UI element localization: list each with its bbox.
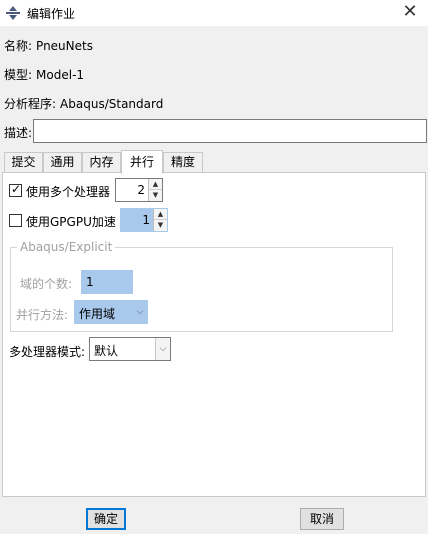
tab-precision[interactable]: 精度 xyxy=(163,152,203,173)
spinner-buttons: ▲ ▼ xyxy=(148,179,162,201)
gpgpu-label: 使用GPGPU加速 xyxy=(26,215,116,229)
spinner-buttons: ▲ ▼ xyxy=(153,209,167,231)
parallel-panel: ✓ 使用多个处理器 2 ▲ ▼ 使用GPGPU加速 1 ▲ ▼ Abaqus/E… xyxy=(2,172,426,497)
mode-label: 多处理器模式: xyxy=(9,345,86,359)
name-label: 名称: xyxy=(4,39,33,53)
mode-value: 默认 xyxy=(94,344,119,358)
chevron-down-icon: ⌵ xyxy=(155,338,170,360)
method-select[interactable]: 作用域 ⌵ xyxy=(74,300,148,324)
program-label: 分析程序: xyxy=(4,97,57,111)
check-icon: ✓ xyxy=(11,182,22,196)
window-title: 编辑作业 xyxy=(27,7,76,21)
tab-memory[interactable]: 内存 xyxy=(82,152,121,173)
explicit-group: Abaqus/Explicit 域的个数: 1 并行方法: 作用域 ⌵ xyxy=(10,240,393,332)
gpu-count-value: 1 xyxy=(142,213,150,227)
mode-select[interactable]: 默认 ⌵ xyxy=(89,337,171,361)
cpu-count-spinner[interactable]: 2 ▲ ▼ xyxy=(115,178,163,202)
model-label: 模型: xyxy=(4,68,33,82)
gpu-count-spinner[interactable]: 1 ▲ ▼ xyxy=(120,208,168,232)
chevron-down-icon: ⌵ xyxy=(132,301,147,323)
domains-label: 域的个数: xyxy=(20,277,73,291)
tab-general[interactable]: 通用 xyxy=(43,152,82,173)
cancel-button[interactable]: 取消 xyxy=(300,508,344,530)
method-label: 并行方法: xyxy=(16,308,69,322)
ok-button[interactable]: 确定 xyxy=(86,508,126,530)
spin-up-icon[interactable]: ▲ xyxy=(149,179,162,190)
close-icon[interactable]: ✕ xyxy=(402,2,418,22)
name-value: PneuNets xyxy=(36,39,93,53)
title-bar: 编辑作业 ✕ xyxy=(0,0,428,26)
spin-down-icon[interactable]: ▼ xyxy=(154,220,167,231)
program-row: 分析程序: Abaqus/Standard xyxy=(4,95,163,112)
gpgpu-checkbox[interactable] xyxy=(9,214,22,227)
description-label: 描述: xyxy=(4,126,33,140)
program-value: Abaqus/Standard xyxy=(60,97,164,111)
explicit-group-title: Abaqus/Explicit xyxy=(17,240,116,254)
tab-submit[interactable]: 提交 xyxy=(4,152,43,173)
domains-input[interactable]: 1 xyxy=(81,270,133,294)
multi-cpu-checkbox[interactable]: ✓ xyxy=(9,182,22,197)
model-row: 模型: Model-1 xyxy=(4,66,84,83)
tab-parallel[interactable]: 并行 xyxy=(121,150,163,174)
method-value: 作用域 xyxy=(79,307,116,321)
model-value: Model-1 xyxy=(36,68,85,82)
name-row: 名称: PneuNets xyxy=(4,37,93,54)
abaqus-icon xyxy=(6,6,20,20)
spin-up-icon[interactable]: ▲ xyxy=(154,209,167,220)
spin-down-icon[interactable]: ▼ xyxy=(149,190,162,201)
description-input[interactable] xyxy=(33,119,427,143)
cpu-count-value: 2 xyxy=(137,183,145,197)
multi-cpu-label: 使用多个处理器 xyxy=(26,185,111,199)
